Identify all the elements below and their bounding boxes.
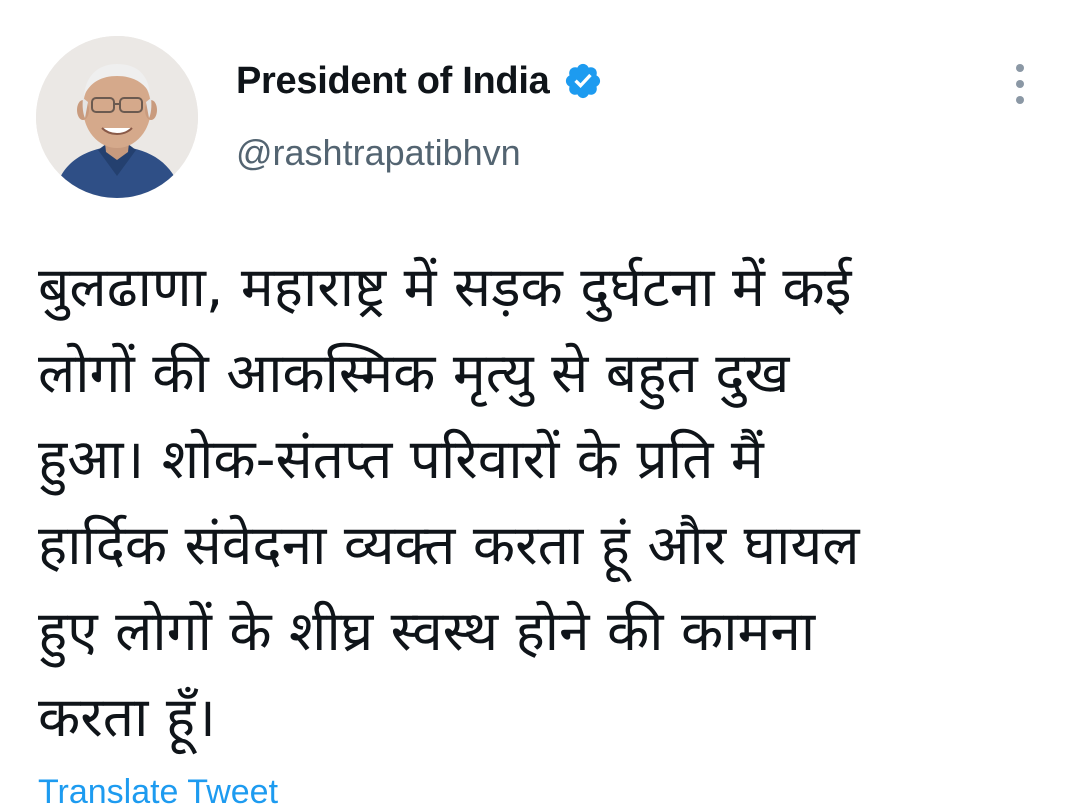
- author-avatar[interactable]: [36, 36, 198, 198]
- more-vertical-icon-dot: [1016, 96, 1024, 104]
- verified-badge-icon: [563, 61, 603, 101]
- tweet-text-line: लोगों की आकस्मिक मृत्यु से बहुत दुख: [38, 341, 790, 405]
- profile-photo-icon: [36, 36, 198, 198]
- translate-tweet-link[interactable]: Translate Tweet: [38, 772, 278, 812]
- tweet-text-line: करता हूँ।: [38, 685, 216, 749]
- tweet-text: बुलढाणा, महाराष्ट्र में सड़क दुर्घटना मे…: [38, 244, 1048, 760]
- tweet-text-line: हुए लोगों के शीघ्र स्वस्थ होने की कामना: [38, 599, 816, 663]
- more-vertical-icon: [1016, 64, 1024, 72]
- more-vertical-icon-dot: [1016, 80, 1024, 88]
- tweet-card: President of India @rashtrapatibhvn बुलढ…: [0, 0, 1080, 811]
- tweet-text-line: हार्दिक संवेदना व्यक्त करता हूं और घायल: [38, 513, 860, 577]
- more-options-button[interactable]: [1004, 60, 1036, 108]
- tweet-text-line: बुलढाणा, महाराष्ट्र में सड़क दुर्घटना मे…: [38, 255, 852, 319]
- tweet-text-line: हुआ। शोक-संतप्त परिवारों के प्रति मैं: [38, 427, 764, 491]
- author-name-row: President of India: [236, 56, 603, 106]
- author-handle[interactable]: @rashtrapatibhvn: [236, 132, 521, 174]
- author-display-name[interactable]: President of India: [236, 60, 550, 103]
